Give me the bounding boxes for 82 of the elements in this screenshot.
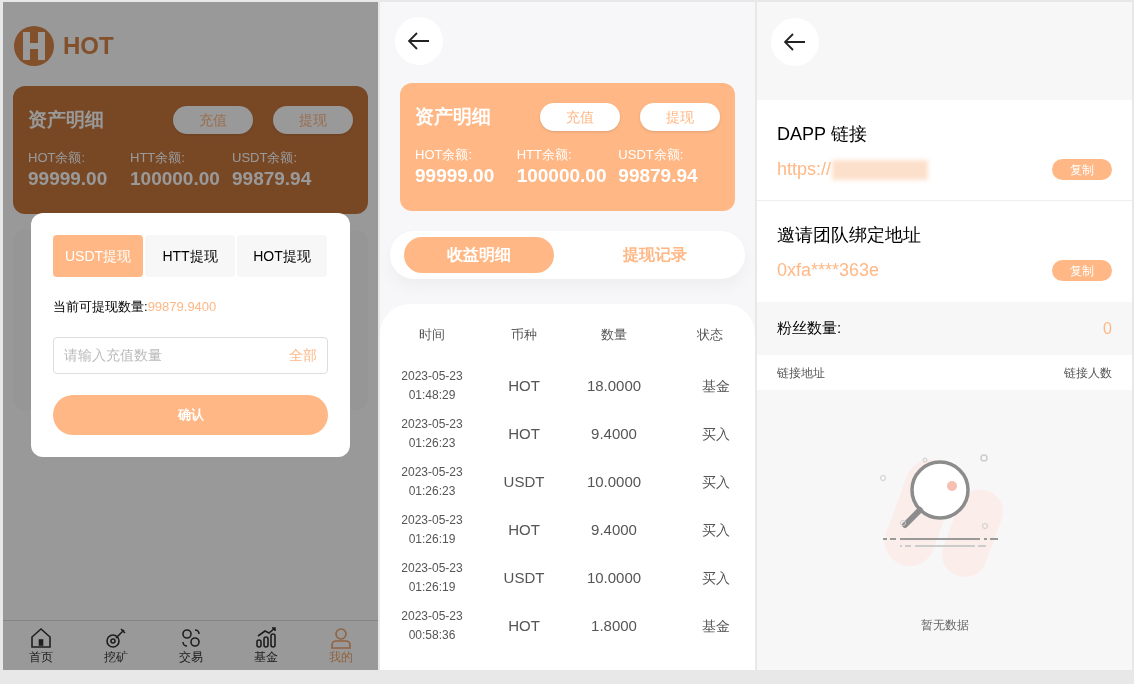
copy-button[interactable]: 复制 (1052, 159, 1112, 180)
exchange-icon (179, 627, 202, 649)
link-value: 0xfa****363e (777, 259, 880, 282)
nav-tab[interactable]: 交易 (153, 621, 228, 670)
balance-value: 100000.00 (516, 163, 608, 188)
table-cell-text: 2023-05-23 01:26:19 (400, 560, 464, 596)
column-header: 链接人数 (1064, 364, 1112, 382)
back-button[interactable] (395, 17, 443, 65)
table-cell-text: 9.4000 (591, 423, 637, 444)
table-cell-text: 买入 (701, 568, 730, 588)
table-cell-text: 2023-05-23 01:26:23 (400, 464, 464, 500)
coin-tab[interactable]: HTT提现 (145, 235, 235, 277)
logo-icon (13, 25, 55, 67)
table-cell-text: HOT (508, 615, 540, 636)
balance-value: 99879.94 (232, 166, 313, 191)
back-arrow-icon (408, 32, 430, 50)
table-cell-text: 18.0000 (586, 375, 642, 396)
withdraw-button[interactable]: 提现 (640, 103, 720, 132)
coin-tab[interactable]: HOT提现 (237, 235, 327, 277)
back-button[interactable] (771, 18, 819, 66)
user-icon (329, 627, 352, 649)
table-cell-text: 10.0000 (586, 471, 642, 492)
link-title: 邀请团队绑定地址 (777, 224, 922, 247)
link-title: DAPP 链接 (777, 123, 868, 146)
table-cell-text: 基金 (701, 376, 730, 396)
table-cell-text: 2023-05-23 01:48:29 (400, 368, 464, 404)
all-link[interactable]: 全部 (289, 344, 317, 366)
balance-label: USDT余额: (232, 148, 298, 167)
home-icon (29, 627, 52, 649)
balance-label: HOT余额: (415, 145, 474, 164)
fans-label: 粉丝数量: (777, 318, 842, 339)
table-cell-text: 2023-05-23 01:26:23 (400, 416, 464, 452)
coin-tab[interactable]: USDT提现 (53, 235, 143, 277)
column-header: 币种 (511, 326, 537, 345)
column-header: 时间 (419, 326, 445, 345)
record-tab[interactable]: 提现记录 (580, 237, 730, 273)
table-cell-text: 9.4000 (591, 519, 637, 540)
available-amount: 99879.9400 (147, 298, 217, 316)
deposit-button[interactable]: 充值 (173, 106, 253, 135)
confirm-button[interactable]: 确认 (53, 394, 328, 435)
column-header: 数量 (601, 326, 627, 345)
table-cell-text: 1.8000 (591, 615, 637, 636)
table-cell-text: 2023-05-23 00:58:36 (400, 608, 464, 644)
nav-tab[interactable]: 挖矿 (78, 621, 153, 670)
balance-value: 99879.94 (618, 163, 699, 188)
table-cell-text: USDT (503, 471, 545, 492)
balance-value: 100000.00 (130, 166, 221, 191)
bar-chart-icon (254, 627, 277, 649)
nav-tab[interactable]: 我的 (303, 621, 378, 670)
table-cell-text: HOT (508, 423, 540, 444)
link-value: https:// (777, 158, 832, 181)
column-header: 链接地址 (777, 364, 825, 382)
logo-text: HOT (63, 31, 114, 61)
table-cell-text: HOT (508, 375, 540, 396)
withdraw-button[interactable]: 提现 (273, 106, 353, 135)
record-tab[interactable]: 收益明细 (404, 237, 554, 273)
empty-state-text: 暂无数据 (920, 617, 969, 634)
balance-label: HOT余额: (28, 148, 87, 167)
nav-tab[interactable]: 基金 (228, 621, 303, 670)
deposit-button[interactable]: 充值 (540, 103, 620, 132)
back-arrow-icon (784, 33, 806, 51)
balance-label: HTT余额: (516, 145, 573, 164)
card-title: 资产明细 (28, 108, 105, 132)
nav-tab[interactable]: 首页 (3, 621, 78, 670)
balance-value: 99999.00 (28, 166, 109, 191)
table-cell-text: USDT (503, 567, 545, 588)
table-cell-text: 买入 (701, 424, 730, 444)
balance-label: USDT余额: (618, 145, 685, 164)
table-cell-text: 买入 (701, 472, 730, 492)
table-cell-text: 2023-05-23 01:26:19 (400, 512, 464, 548)
table-cell-text: 买入 (701, 520, 730, 540)
amount-input-field[interactable]: 请输入充值数量 全部 (53, 336, 328, 374)
table-cell-text: 10.0000 (586, 567, 642, 588)
table-cell-text: HOT (508, 519, 540, 540)
card-title: 资产明细 (415, 105, 492, 129)
balance-value: 99999.00 (415, 163, 496, 188)
available-label: 当前可提现数量: (53, 298, 148, 316)
copy-button[interactable]: 复制 (1052, 260, 1112, 281)
balance-label: HTT余额: (130, 148, 186, 167)
fans-count: 0 (1103, 318, 1112, 339)
column-header: 状态 (696, 326, 723, 345)
table-cell-text: 基金 (701, 616, 730, 636)
